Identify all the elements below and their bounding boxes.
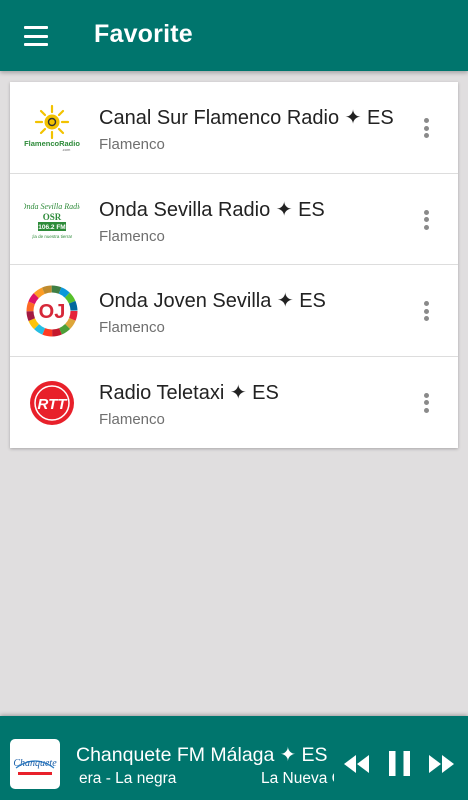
svg-text:RTT: RTT [38, 396, 69, 413]
station-genre: Flamenco [99, 136, 165, 153]
station-name: Radio Teletaxi ✦ ES [99, 381, 279, 404]
chanquete-fm-logo: Chanquete [10, 739, 60, 789]
fast-forward-icon[interactable] [429, 755, 455, 778]
list-item[interactable]: RTT Radio Teletaxi ✦ ES Flamenco [10, 357, 458, 449]
more-vert-icon[interactable] [414, 299, 438, 323]
list-item[interactable]: OJ Onda Joven Sevilla ✦ ES Flamenco [10, 265, 458, 357]
now-playing-ticker: era - La negra La Nueva C [79, 770, 334, 792]
svg-text:OJ: OJ [39, 301, 66, 323]
radio-teletaxi-logo: RTT [24, 375, 80, 431]
hamburger-menu-icon[interactable] [18, 22, 54, 50]
page-title: Favorite [94, 20, 193, 48]
app-bar: Favorite [0, 0, 468, 71]
now-playing-bar[interactable]: Chanquete Chanquete FM Málaga ✦ ES era -… [0, 716, 468, 800]
list-item[interactable]: Onda Sevilla Radio OSR 106.2 FM ¡la de n… [10, 174, 458, 265]
onda-sevilla-logo: Onda Sevilla Radio OSR 106.2 FM ¡la de n… [24, 192, 80, 248]
svg-text:.com: .com [62, 147, 71, 152]
station-genre: Flamenco [99, 410, 165, 428]
more-vert-icon[interactable] [414, 391, 438, 415]
svg-text:Onda Sevilla Radio: Onda Sevilla Radio [24, 202, 80, 211]
flamenco-radio-logo: FlamencoRadio .com [24, 100, 80, 156]
more-vert-icon[interactable] [414, 116, 438, 140]
pause-icon[interactable] [389, 751, 410, 781]
onda-joven-logo: OJ [24, 283, 80, 339]
svg-text:OSR: OSR [43, 212, 62, 222]
station-genre: Flamenco [99, 227, 165, 245]
now-playing-text: era - La negra [79, 770, 177, 787]
player-station-name: Chanquete FM Málaga ✦ ES [76, 744, 328, 766]
rewind-icon[interactable] [344, 755, 370, 778]
svg-text:106.2 FM: 106.2 FM [38, 224, 65, 231]
list-item[interactable]: FlamencoRadio .com Canal Sur Flamenco Ra… [10, 82, 458, 174]
svg-text:Chanquete: Chanquete [13, 758, 57, 769]
station-name: Onda Sevilla Radio ✦ ES [99, 198, 325, 221]
station-genre: Flamenco [99, 319, 165, 336]
svg-text:¡la de nuestra tierra!: ¡la de nuestra tierra! [32, 234, 72, 239]
favorites-list: FlamencoRadio .com Canal Sur Flamenco Ra… [10, 82, 458, 448]
station-name: Onda Joven Sevilla ✦ ES [99, 290, 326, 312]
svg-text:FlamencoRadio: FlamencoRadio [24, 139, 80, 148]
now-playing-text-next: La Nueva C [261, 770, 334, 787]
more-vert-icon[interactable] [414, 208, 438, 232]
station-name: Canal Sur Flamenco Radio ✦ ES [99, 107, 394, 129]
